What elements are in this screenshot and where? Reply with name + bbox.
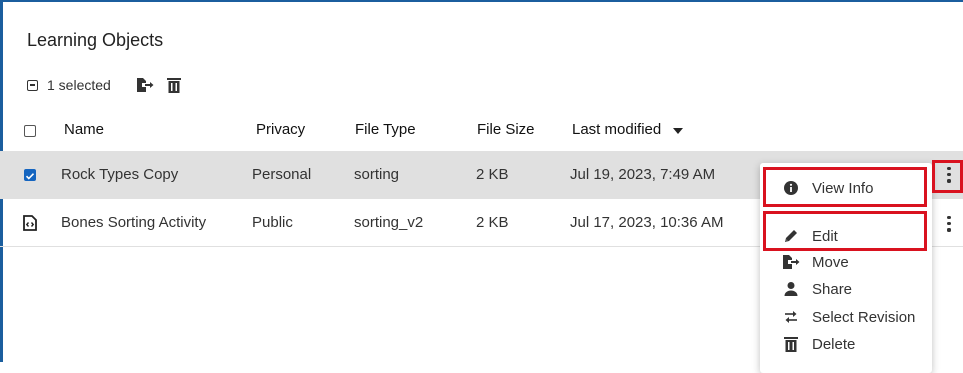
page-title: Learning Objects bbox=[27, 30, 164, 50]
menu-item-edit[interactable]: Edit bbox=[760, 223, 932, 249]
trash-icon[interactable] bbox=[166, 77, 181, 93]
cell-name[interactable]: Rock Types Copy bbox=[61, 166, 178, 183]
table-header: Name Privacy File Type File Size Last mo… bbox=[0, 108, 963, 152]
move-icon bbox=[782, 253, 800, 271]
menu-item-select-revision[interactable]: Select Revision bbox=[760, 304, 932, 330]
menu-item-share[interactable]: Share bbox=[760, 276, 932, 302]
swap-arrows-icon bbox=[782, 308, 800, 326]
column-file-type[interactable]: File Type bbox=[355, 121, 416, 138]
trash-icon bbox=[782, 335, 800, 353]
pencil-icon bbox=[782, 227, 800, 245]
column-last-modified[interactable]: Last modified bbox=[572, 121, 661, 138]
check-icon bbox=[25, 173, 35, 180]
sort-desc-icon[interactable] bbox=[673, 128, 683, 134]
deselect-checkbox-icon[interactable] bbox=[27, 79, 38, 91]
column-privacy[interactable]: Privacy bbox=[256, 121, 305, 138]
cell-privacy: Personal bbox=[252, 166, 312, 183]
context-menu: View Info Edit Move Share Select Revisio… bbox=[760, 163, 932, 373]
person-icon bbox=[782, 280, 800, 298]
row-checkbox-checked[interactable] bbox=[24, 169, 36, 181]
selection-toolbar: 1 selected bbox=[27, 74, 181, 96]
column-file-size[interactable]: File Size bbox=[477, 121, 535, 138]
cell-file-type: sorting bbox=[354, 166, 400, 183]
menu-item-move[interactable]: Move bbox=[760, 249, 932, 275]
frame-border-top bbox=[0, 0, 963, 2]
move-icon[interactable] bbox=[136, 77, 154, 93]
file-code-icon bbox=[23, 215, 37, 236]
select-all-checkbox[interactable] bbox=[24, 125, 36, 137]
cell-last-modified: Jul 19, 2023, 7:49 AM bbox=[570, 166, 716, 183]
row-actions-kebab-icon[interactable] bbox=[947, 167, 951, 183]
selected-count: 1 selected bbox=[47, 77, 111, 93]
cell-file-size: 2 KB bbox=[476, 214, 509, 231]
menu-item-delete[interactable]: Delete bbox=[760, 331, 932, 357]
cell-privacy: Public bbox=[252, 214, 293, 231]
cell-last-modified: Jul 17, 2023, 10:36 AM bbox=[570, 214, 724, 231]
cell-file-size: 2 KB bbox=[476, 166, 509, 183]
menu-item-view-info[interactable]: View Info bbox=[760, 175, 932, 201]
column-name[interactable]: Name bbox=[64, 121, 104, 138]
cell-file-type: sorting_v2 bbox=[354, 214, 424, 231]
info-icon bbox=[782, 179, 800, 197]
row-actions-kebab-icon[interactable] bbox=[947, 216, 951, 232]
cell-name[interactable]: Bones Sorting Activity bbox=[61, 214, 206, 231]
